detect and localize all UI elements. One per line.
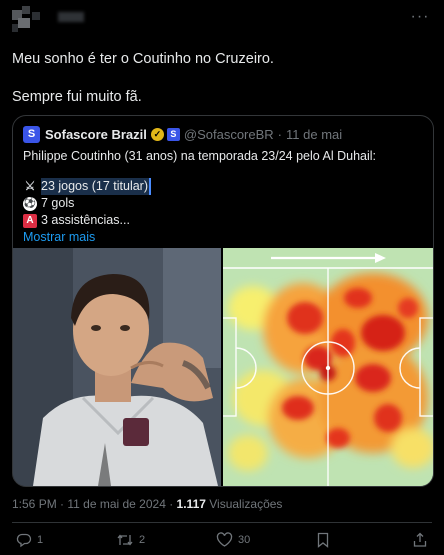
quoted-header: S Sofascore Brazil ✓ S @SofascoreBR · 11… — [23, 125, 342, 143]
quoted-post[interactable]: S Sofascore Brazil ✓ S @SofascoreBR · 11… — [12, 115, 434, 487]
reply-count: 1 — [37, 534, 44, 546]
share-icon — [413, 532, 427, 547]
share-button[interactable] — [412, 532, 433, 548]
swords-icon: ⚔ — [24, 179, 36, 193]
show-more-link[interactable]: Mostrar mais — [23, 229, 423, 246]
avatar[interactable] — [12, 6, 52, 36]
divider — [12, 522, 432, 523]
post-timestamp[interactable]: 1:56 PM · 11 de mai de 2024 · — [12, 497, 177, 511]
assist-icon: A — [23, 213, 37, 228]
bookmark-icon — [317, 532, 329, 548]
author-name-blurred[interactable] — [58, 12, 84, 22]
affiliate-icon[interactable]: S — [166, 127, 180, 141]
heatmap-image[interactable] — [223, 248, 433, 486]
heatmap-illustration — [223, 248, 433, 486]
reply-icon — [16, 533, 32, 548]
action-bar: 1 2 30 — [12, 532, 432, 552]
quoted-date[interactable]: 11 de mai — [286, 127, 342, 142]
views-count: 1.117 — [176, 497, 206, 511]
verified-icon: ✓ — [150, 127, 164, 141]
views-label: Visualizações — [205, 497, 283, 511]
stat-games: ⚔ 23 jogos (17 titular) — [23, 178, 423, 195]
player-photo-illustration — [13, 248, 221, 486]
quoted-text-line: Philippe Coutinho (31 anos) na temporada… — [23, 149, 377, 163]
quoted-text: Philippe Coutinho (31 anos) na temporada… — [23, 148, 423, 246]
quoted-avatar[interactable]: S — [23, 125, 40, 143]
stat-goals: ⚽ 7 gols — [23, 195, 423, 212]
stat-goals-text: 7 gols — [41, 196, 75, 210]
repost-icon — [117, 534, 133, 546]
like-count: 30 — [238, 534, 251, 546]
stat-assists-text: 3 assistências... — [41, 213, 130, 227]
post-header: ··· — [12, 4, 432, 32]
quoted-handle[interactable]: @SofascoreBR — [184, 127, 274, 142]
stat-games-text: 23 jogos (17 titular) — [41, 178, 152, 195]
stat-assists: A 3 assistências... — [23, 212, 423, 229]
post-meta: 1:56 PM · 11 de mai de 2024 · 1.117 Visu… — [12, 497, 282, 511]
repost-button[interactable]: 2 — [116, 532, 145, 548]
reply-button[interactable]: 1 — [16, 532, 43, 548]
post-text-line: Meu sonho é ter o Coutinho no Cruzeiro. — [12, 51, 274, 67]
like-icon — [216, 532, 233, 547]
separator-dot: · — [277, 126, 283, 142]
player-photo[interactable] — [13, 248, 223, 486]
more-icon[interactable]: ··· — [408, 9, 432, 28]
repost-count: 2 — [139, 534, 146, 546]
soccer-ball-icon: ⚽ — [23, 196, 37, 211]
post-text-line: Sempre fui muito fã. — [12, 89, 142, 105]
like-button[interactable]: 30 — [216, 532, 250, 548]
quoted-author-name[interactable]: Sofascore Brazil — [45, 127, 147, 142]
media-grid — [13, 248, 433, 486]
bookmark-button[interactable] — [316, 532, 335, 548]
